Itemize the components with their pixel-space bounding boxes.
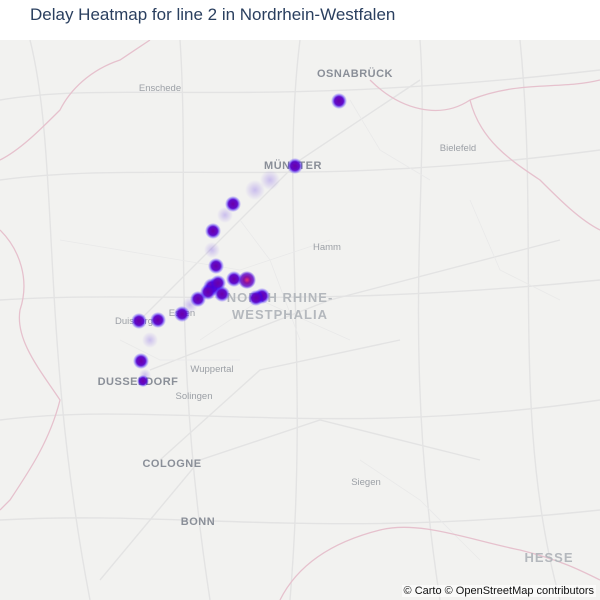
place-label-wuppertal: Wuppertal [190,364,233,375]
heat-spot-2 [225,196,241,212]
place-label-hesse: HESSE [524,550,573,565]
place-label-bielefeld: Bielefeld [440,143,476,154]
place-label-siegen: Siegen [351,477,381,488]
place-label-solingen: Solingen [176,391,213,402]
heat-trace-1 [245,180,265,200]
heat-spot-8 [238,271,256,289]
heat-spot-0 [331,93,347,109]
map-attribution[interactable]: © Carto © OpenStreetMap contributors [401,585,596,597]
map-area[interactable]: OSNABRÜCKEnschedeMÜNSTERBielefeldHammNOR… [0,40,600,600]
place-label-nrw1: NORTH RHINE- [227,290,334,305]
place-label-hamm: Hamm [313,242,341,253]
heat-spot-11 [214,286,230,302]
heat-spot-1 [287,158,303,174]
heat-spot-17 [133,353,149,369]
place-label-osnabrueck: OSNABRÜCK [317,67,393,80]
place-label-nrw2: WESTPHALIA [232,307,328,322]
heat-spot-16 [131,313,147,329]
heat-trace-5 [142,332,158,348]
map-canvas[interactable]: OSNABRÜCKEnschedeMÜNSTERBielefeldHammNOR… [0,40,600,600]
heat-spot-10 [248,290,264,306]
heat-spot-18 [137,375,149,387]
heat-spot-4 [208,258,224,274]
heat-spot-13 [190,291,206,307]
place-label-bonn: BONN [181,516,215,528]
place-label-cologne: COLOGNE [142,458,201,470]
heat-spot-3 [205,223,221,239]
heat-spot-15 [150,312,166,328]
map-title: Delay Heatmap for line 2 in Nordrhein-We… [30,5,396,24]
heat-spot-14 [174,306,190,322]
place-label-enschede: Enschede [139,83,181,94]
heat-trace-3 [204,242,220,258]
